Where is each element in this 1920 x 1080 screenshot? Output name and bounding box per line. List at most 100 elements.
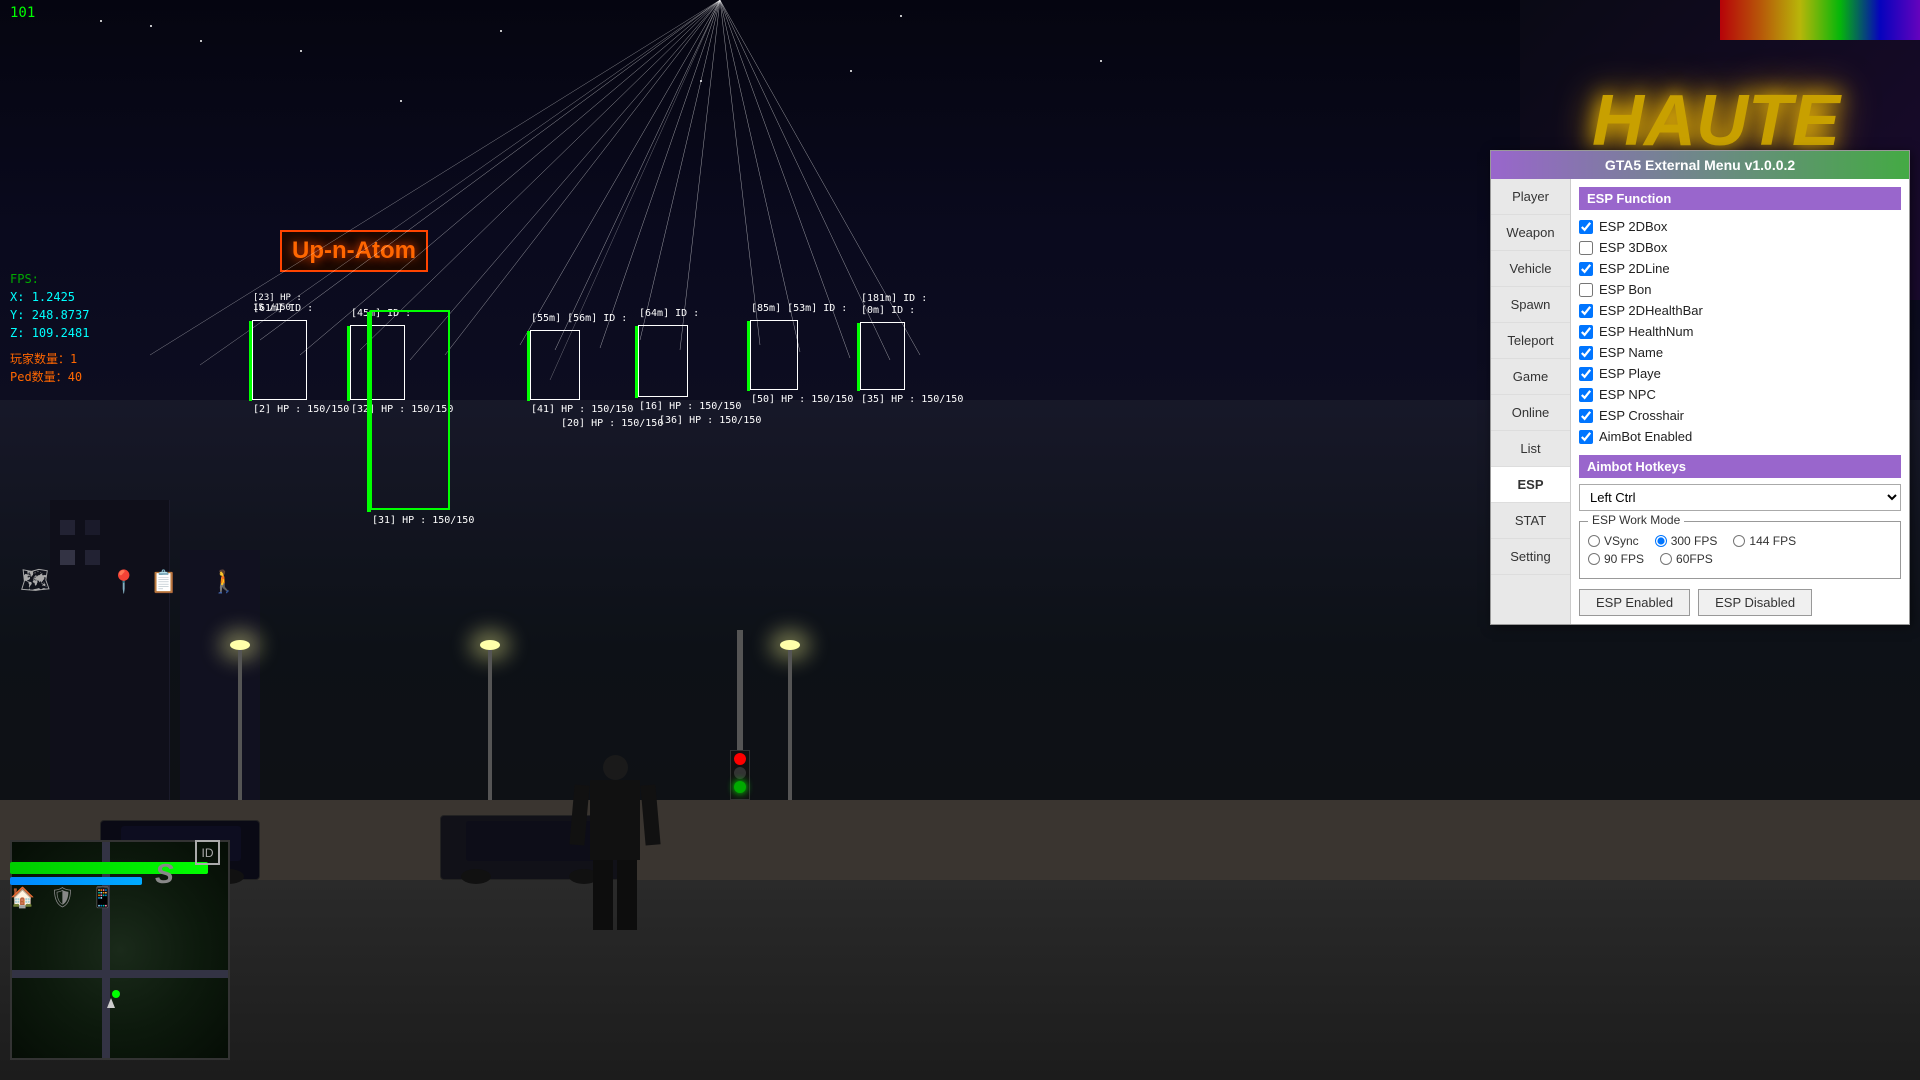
- esp-buttons-row: ESP Enabled ESP Disabled: [1579, 589, 1901, 616]
- checkbox-espnpc-label: ESP NPC: [1599, 387, 1656, 402]
- minimap-road-h: [12, 970, 228, 978]
- aimbot-hotkeys-header: Aimbot Hotkeys: [1579, 455, 1901, 478]
- menu-body: Player Weapon Vehicle Spawn Teleport Gam…: [1491, 179, 1909, 624]
- checkbox-esp2dbox: ESP 2DBox: [1579, 216, 1901, 237]
- checkbox-esp2dhealthbar: ESP 2DHealthBar: [1579, 300, 1901, 321]
- hotkey-dropdown-container: Left Ctrl Right Ctrl Left Alt Right Alt …: [1579, 484, 1901, 511]
- bottom-left-icons: 🏠 🛡 📱: [10, 885, 115, 910]
- x-coord: X: 1.2425: [10, 288, 89, 306]
- hotkey-select[interactable]: Left Ctrl Right Ctrl Left Alt Right Alt …: [1579, 484, 1901, 511]
- sidebar-item-vehicle[interactable]: Vehicle: [1491, 251, 1570, 287]
- radio-fps300-label: 300 FPS: [1671, 534, 1718, 548]
- player-count-line: 玩家数量：1: [10, 350, 82, 368]
- sidebar-item-setting[interactable]: Setting: [1491, 539, 1570, 575]
- checkbox-aimbot-input[interactable]: [1579, 430, 1593, 444]
- radio-fps60-input[interactable]: [1660, 553, 1672, 565]
- checkbox-espbon-input[interactable]: [1579, 283, 1593, 297]
- star: [700, 80, 702, 82]
- checkbox-espnpc-input[interactable]: [1579, 388, 1593, 402]
- esp-player-7: [0m] ID : [35] HP : 150/150 [181m] ID :: [860, 322, 905, 390]
- fps-line: FPS:: [10, 270, 89, 288]
- sidebar-item-stat[interactable]: STAT: [1491, 503, 1570, 539]
- radio-fps60-label: 60FPS: [1676, 552, 1713, 566]
- shield-icon: 🛡: [50, 885, 75, 910]
- checkbox-espbon: ESP Bon: [1579, 279, 1901, 300]
- checkbox-esthealthnum-label: ESP HealthNum: [1599, 324, 1693, 339]
- id-label: ID: [202, 846, 214, 860]
- phone-icon: 📱: [90, 885, 115, 910]
- radio-vsync-label: VSync: [1604, 534, 1639, 548]
- player-count-display: 玩家数量：1 Ped数量：40: [10, 350, 82, 386]
- checkbox-esp3dbox-input[interactable]: [1579, 241, 1593, 255]
- upatom-sign: Up-n-Atom: [280, 230, 428, 272]
- esp-player-1: [61m] ID : [2] HP : 150/150 [23] HP : 15…: [252, 320, 307, 400]
- menu-sidebar: Player Weapon Vehicle Spawn Teleport Gam…: [1491, 179, 1571, 624]
- menu-content-esp: ESP Function ESP 2DBox ESP 3DBox ESP 2DL…: [1571, 179, 1909, 624]
- radio-fps300-input[interactable]: [1655, 535, 1667, 547]
- esp-menu-panel: GTA5 External Menu v1.0.0.2 Player Weapo…: [1490, 150, 1910, 625]
- sidebar-item-online[interactable]: Online: [1491, 395, 1570, 431]
- map-icon: 🗺: [20, 566, 50, 595]
- radio-fps60: 60FPS: [1660, 552, 1713, 566]
- checkbox-esthealthnum-input[interactable]: [1579, 325, 1593, 339]
- road: [0, 880, 1920, 1080]
- radio-fps144-label: 144 FPS: [1749, 534, 1796, 548]
- health-bar: [10, 862, 208, 874]
- radio-fps90-input[interactable]: [1588, 553, 1600, 565]
- health-armor-bars: [10, 862, 230, 885]
- home-icon: 🏠: [10, 885, 35, 910]
- radio-fps300: 300 FPS: [1655, 534, 1718, 548]
- sidebar-item-teleport[interactable]: Teleport: [1491, 323, 1570, 359]
- radio-row-1: VSync 300 FPS 144 FPS: [1588, 534, 1892, 548]
- checkbox-esthealthnum: ESP HealthNum: [1579, 321, 1901, 342]
- esp-disabled-button[interactable]: ESP Disabled: [1698, 589, 1812, 616]
- sidebar-item-list[interactable]: List: [1491, 431, 1570, 467]
- esp-function-header: ESP Function: [1579, 187, 1901, 210]
- minimap-player-dot: [112, 990, 120, 998]
- esp-player-3: [31] HP : 150/150: [370, 310, 450, 510]
- copy-icon: 📋: [150, 569, 177, 595]
- sidebar-item-spawn[interactable]: Spawn: [1491, 287, 1570, 323]
- fps-value: 101: [10, 5, 35, 21]
- checkbox-aimbot-label: AimBot Enabled: [1599, 429, 1692, 444]
- checkbox-esp2dline-input[interactable]: [1579, 262, 1593, 276]
- checkbox-espplaye-input[interactable]: [1579, 367, 1593, 381]
- checkbox-espplaye: ESP Playe: [1579, 363, 1901, 384]
- checkbox-espname-input[interactable]: [1579, 346, 1593, 360]
- sidebar-item-weapon[interactable]: Weapon: [1491, 215, 1570, 251]
- star: [150, 25, 152, 27]
- checkbox-espplaye-label: ESP Playe: [1599, 366, 1661, 381]
- star: [300, 50, 302, 52]
- menu-title-bar: GTA5 External Menu v1.0.0.2: [1491, 151, 1909, 179]
- radio-fps144-input[interactable]: [1733, 535, 1745, 547]
- building: [50, 500, 170, 800]
- star: [400, 100, 402, 102]
- esp-enabled-button[interactable]: ESP Enabled: [1579, 589, 1690, 616]
- checkbox-espcrosshair-input[interactable]: [1579, 409, 1593, 423]
- radio-vsync-input[interactable]: [1588, 535, 1600, 547]
- checkbox-espcrosshair: ESP Crosshair: [1579, 405, 1901, 426]
- checkbox-espbon-label: ESP Bon: [1599, 282, 1652, 297]
- sidewalk: [0, 800, 1920, 880]
- star: [200, 40, 202, 42]
- radio-vsync: VSync: [1588, 534, 1639, 548]
- esp-player-6: [85m] [53m] ID : [50] HP : 150/150: [750, 320, 798, 390]
- star: [100, 20, 102, 22]
- checkbox-esp2dline-label: ESP 2DLine: [1599, 261, 1670, 276]
- sidebar-item-game[interactable]: Game: [1491, 359, 1570, 395]
- star: [900, 15, 902, 17]
- wanted-display: S: [155, 858, 174, 890]
- checkbox-esp2dhealthbar-label: ESP 2DHealthBar: [1599, 303, 1703, 318]
- currency-icon: ID: [195, 840, 220, 865]
- sidebar-item-player[interactable]: Player: [1491, 179, 1570, 215]
- checkbox-espname: ESP Name: [1579, 342, 1901, 363]
- checkbox-esp2dbox-input[interactable]: [1579, 220, 1593, 234]
- checkbox-espcrosshair-label: ESP Crosshair: [1599, 408, 1684, 423]
- z-coord: Z: 109.2481: [10, 324, 89, 342]
- esp-work-mode-legend: ESP Work Mode: [1588, 513, 1684, 527]
- star: [1100, 60, 1102, 62]
- checkbox-esp2dhealthbar-input[interactable]: [1579, 304, 1593, 318]
- sidebar-item-esp[interactable]: ESP: [1491, 467, 1570, 503]
- street-light-mid: [480, 640, 500, 800]
- star: [850, 70, 852, 72]
